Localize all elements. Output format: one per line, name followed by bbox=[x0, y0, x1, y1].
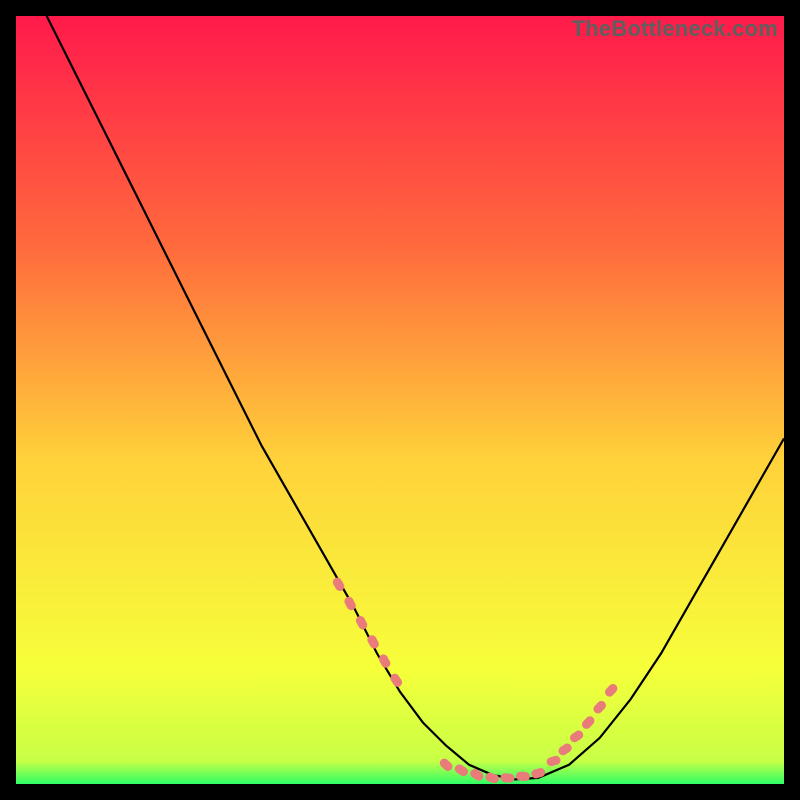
watermark-text: TheBottleneck.com bbox=[572, 16, 778, 42]
curve-marker bbox=[516, 771, 531, 781]
curve-marker bbox=[500, 773, 515, 783]
bottleneck-chart bbox=[16, 16, 784, 784]
gradient-background bbox=[16, 16, 784, 784]
chart-frame: TheBottleneck.com bbox=[16, 16, 784, 784]
